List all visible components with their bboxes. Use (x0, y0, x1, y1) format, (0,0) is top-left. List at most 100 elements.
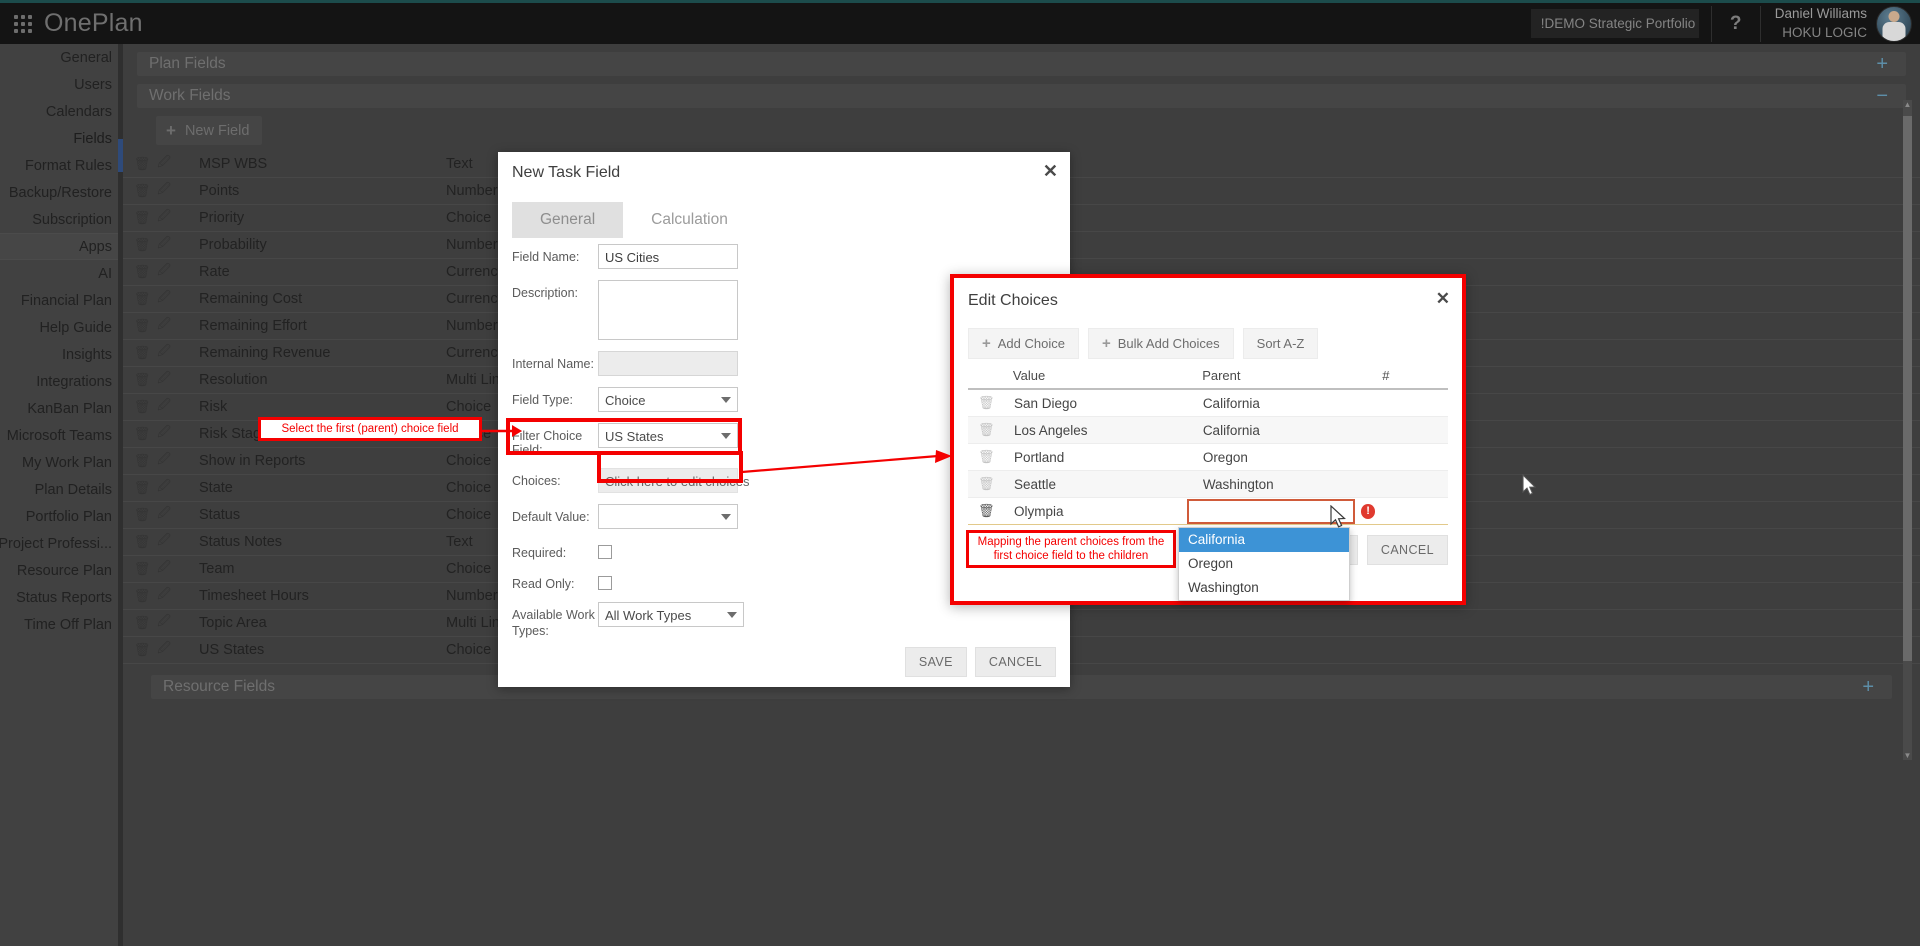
sidebar-item-calendars[interactable]: Calendars (0, 98, 122, 125)
choice-row[interactable]: 🗑 Olympia! (968, 498, 1448, 525)
trash-icon[interactable]: 🗑 (968, 422, 1004, 438)
sidebar-item-financial-plan[interactable]: Financial Plan (0, 287, 122, 314)
add-choice-button[interactable]: + Add Choice (968, 328, 1079, 359)
sidebar-item-format-rules[interactable]: Format Rules (0, 152, 122, 179)
save-button[interactable]: SAVE (904, 647, 967, 677)
pencil-edit-icon[interactable]: 🖉 (153, 612, 175, 634)
field-name-input[interactable]: US Cities (598, 244, 738, 269)
scroll-down-arrow[interactable]: ▼ (1903, 751, 1912, 760)
trash-icon[interactable]: 🗑 (131, 642, 153, 658)
sidebar-item-plan-details[interactable]: Plan Details (0, 476, 122, 503)
sidebar-item-resource-plan[interactable]: Resource Plan (0, 557, 122, 584)
pencil-edit-icon[interactable]: 🖉 (153, 396, 175, 418)
sidebar-item-ai[interactable]: AI (0, 260, 122, 287)
required-checkbox[interactable] (598, 545, 612, 559)
vertical-scrollbar[interactable]: ▲ ▼ (1903, 100, 1912, 760)
sidebar-scroll-thumb[interactable] (118, 139, 123, 172)
trash-icon[interactable]: 🗑 (131, 264, 153, 280)
sidebar-item-my-work-plan[interactable]: My Work Plan (0, 449, 122, 476)
trash-icon[interactable]: 🗑 (131, 237, 153, 253)
plan-fields-header[interactable]: Plan Fields + (137, 52, 1906, 76)
dropdown-option[interactable]: Washington (1179, 576, 1349, 600)
pencil-edit-icon[interactable]: 🖉 (153, 207, 175, 229)
sidebar-item-status-reports[interactable]: Status Reports (0, 584, 122, 611)
avatar[interactable] (1876, 5, 1912, 42)
pencil-edit-icon[interactable]: 🖉 (153, 342, 175, 364)
trash-icon[interactable]: 🗑 (131, 156, 153, 172)
trash-icon[interactable]: 🗑 (131, 210, 153, 226)
pencil-edit-icon[interactable]: 🖉 (153, 450, 175, 472)
trash-icon[interactable]: 🗑 (131, 588, 153, 604)
sidebar-item-backup-restore[interactable]: Backup/Restore (0, 179, 122, 206)
pencil-edit-icon[interactable]: 🖉 (153, 585, 175, 607)
trash-icon[interactable]: 🗑 (131, 480, 153, 496)
trash-icon[interactable]: 🗑 (131, 426, 153, 442)
choice-row[interactable]: 🗑 Seattle Washington (968, 471, 1448, 498)
description-input[interactable] (598, 280, 738, 340)
choice-value-cell[interactable]: San Diego (1004, 396, 1193, 411)
trash-icon[interactable]: 🗑 (968, 395, 1004, 411)
trash-icon[interactable]: 🗑 (131, 561, 153, 577)
trash-icon[interactable]: 🗑 (131, 399, 153, 415)
dropdown-option[interactable]: California (1179, 528, 1349, 552)
sidebar-item-microsoft-teams[interactable]: Microsoft Teams (0, 422, 122, 449)
scroll-up-arrow[interactable]: ▲ (1903, 100, 1912, 109)
trash-icon[interactable]: 🗑 (968, 449, 1004, 465)
sort-az-button[interactable]: Sort A-Z (1242, 328, 1319, 359)
user-menu[interactable]: Daniel Williams HOKU LOGIC (1761, 5, 1920, 42)
pencil-edit-icon[interactable]: 🖉 (153, 261, 175, 283)
cancel-button[interactable]: CANCEL (1366, 535, 1448, 565)
bulk-add-choices-button[interactable]: + Bulk Add Choices (1087, 328, 1234, 359)
field-type-select[interactable]: Choice (598, 387, 738, 412)
pencil-edit-icon[interactable]: 🖉 (153, 180, 175, 202)
trash-icon[interactable]: 🗑 (131, 534, 153, 550)
trash-icon[interactable]: 🗑 (131, 318, 153, 334)
trash-icon[interactable]: 🗑 (968, 476, 1004, 492)
work-fields-header[interactable]: Work Fields − (137, 84, 1906, 108)
choice-row[interactable]: 🗑 Portland Oregon (968, 444, 1448, 471)
trash-icon[interactable]: 🗑 (131, 183, 153, 199)
choice-row[interactable]: 🗑 San Diego California (968, 390, 1448, 417)
sidebar-item-apps[interactable]: Apps (0, 233, 122, 260)
close-icon[interactable]: ✕ (1436, 290, 1450, 307)
trash-icon[interactable]: 🗑 (131, 615, 153, 631)
portfolio-selector[interactable]: !DEMO Strategic Portfolio M (1530, 9, 1699, 38)
sidebar-item-fields[interactable]: Fields (0, 125, 122, 152)
sidebar-item-help-guide[interactable]: Help Guide (0, 314, 122, 341)
plus-icon[interactable]: + (1862, 677, 1874, 697)
sidebar-item-subscription[interactable]: Subscription (0, 206, 122, 233)
tab-calculation[interactable]: Calculation (623, 202, 756, 238)
pencil-edit-icon[interactable]: 🖉 (153, 234, 175, 256)
choice-parent-cell[interactable]: California (1193, 396, 1373, 411)
choice-parent-cell[interactable]: Washington (1193, 477, 1373, 492)
pencil-edit-icon[interactable]: 🖉 (153, 504, 175, 526)
pencil-edit-icon[interactable]: 🖉 (153, 531, 175, 553)
sidebar-scrollbar[interactable] (118, 44, 123, 946)
sidebar-item-insights[interactable]: Insights (0, 341, 122, 368)
help-icon[interactable]: ? (1712, 13, 1760, 35)
choice-value-cell[interactable]: Los Angeles (1004, 423, 1193, 438)
sidebar-item-general[interactable]: General (0, 44, 122, 71)
close-icon[interactable]: ✕ (1043, 162, 1058, 180)
cancel-button[interactable]: CANCEL (974, 647, 1056, 677)
pencil-edit-icon[interactable]: 🖉 (153, 477, 175, 499)
pencil-edit-icon[interactable]: 🖉 (153, 423, 175, 445)
minus-icon[interactable]: − (1876, 86, 1888, 106)
sidebar-item-portfolio-plan[interactable]: Portfolio Plan (0, 503, 122, 530)
parent-dropdown-list[interactable]: California Oregon Washington (1178, 527, 1350, 601)
pencil-edit-icon[interactable]: 🖉 (153, 153, 175, 175)
trash-icon[interactable]: 🗑 (131, 345, 153, 361)
choice-parent-cell[interactable]: Oregon (1193, 450, 1373, 465)
sidebar-item-project-professi[interactable]: Project Professi... (0, 530, 122, 557)
choice-parent-cell[interactable]: California (1193, 423, 1373, 438)
sidebar-item-time-off-plan[interactable]: Time Off Plan (0, 611, 122, 638)
work-types-select[interactable]: All Work Types (598, 602, 744, 627)
sidebar-item-kanban-plan[interactable]: KanBan Plan (0, 395, 122, 422)
pencil-edit-icon[interactable]: 🖉 (153, 558, 175, 580)
trash-icon[interactable]: 🗑 (131, 372, 153, 388)
pencil-edit-icon[interactable]: 🖉 (153, 288, 175, 310)
trash-icon[interactable]: 🗑 (131, 507, 153, 523)
new-field-button[interactable]: + New Field (156, 116, 263, 145)
app-grid-icon[interactable] (10, 11, 36, 37)
dropdown-option[interactable]: Oregon (1179, 552, 1349, 576)
